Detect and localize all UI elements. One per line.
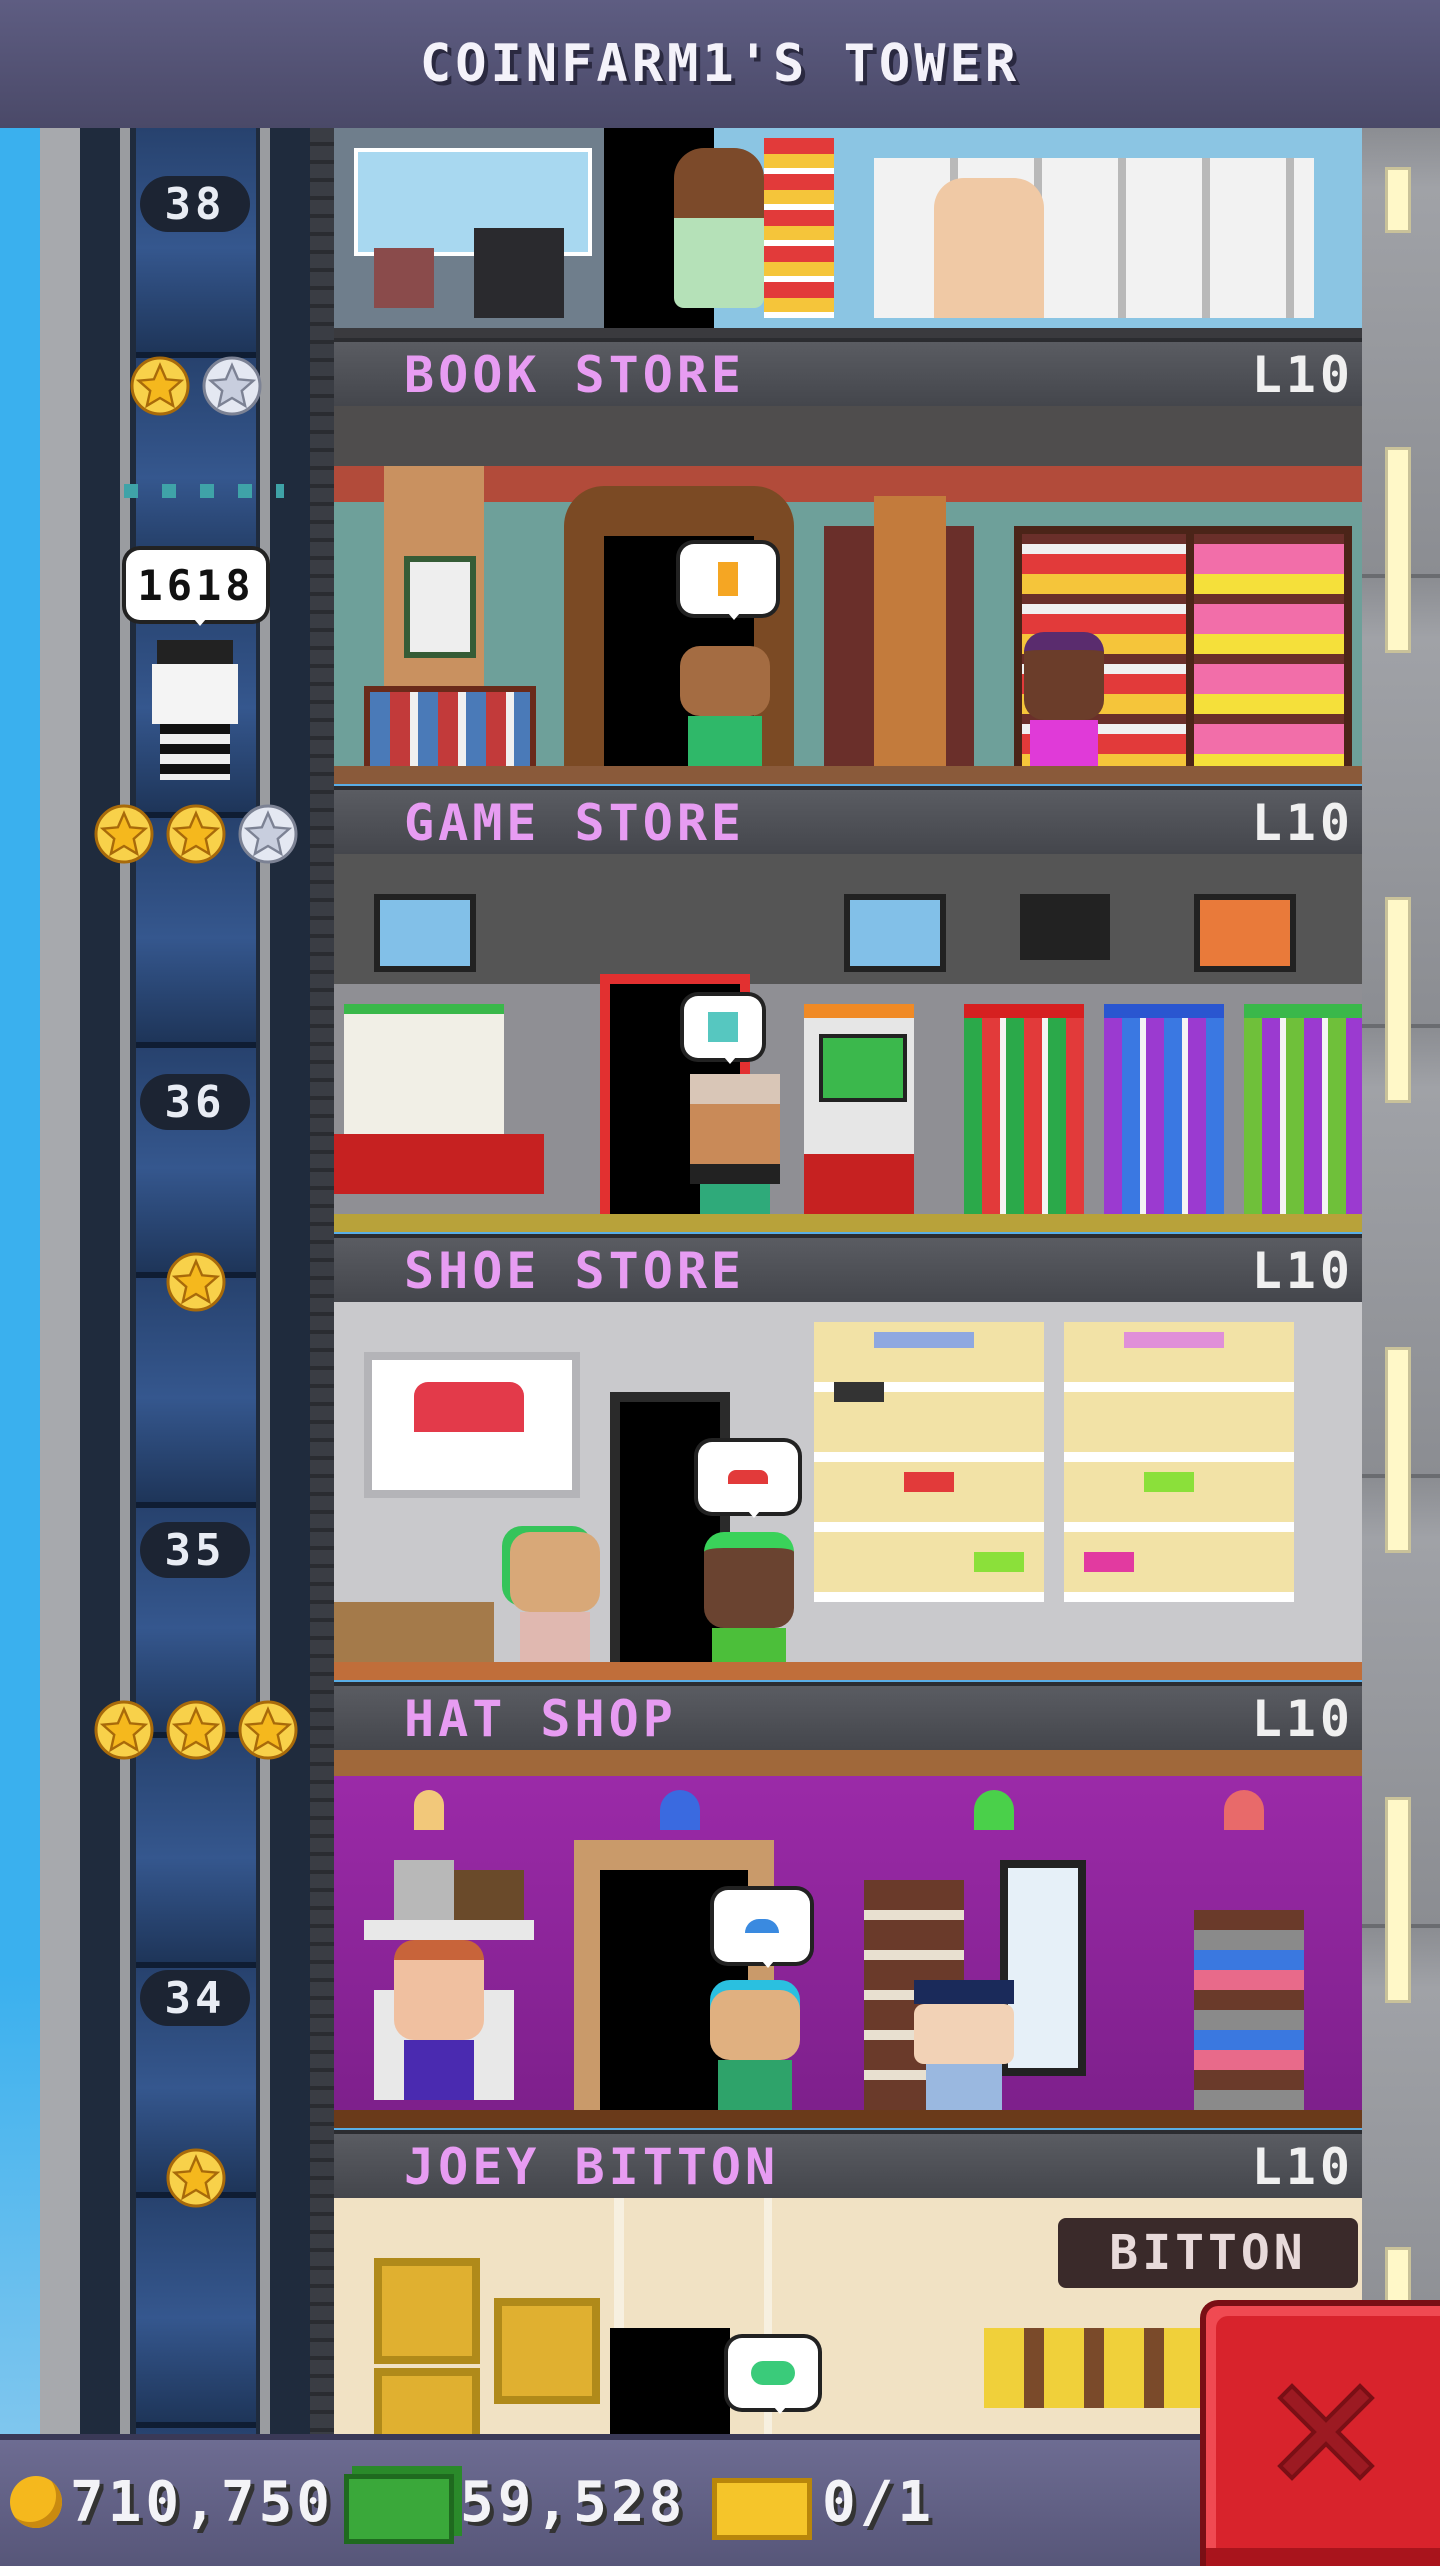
hat-shop-request-bubble[interactable] [714, 1890, 810, 1968]
floor-name: BOOK STORE [404, 346, 746, 404]
close-icon [1277, 2383, 1375, 2481]
game-store-visitor[interactable] [690, 1074, 780, 1224]
floor-title-game-store[interactable]: GAME STORE L10 [334, 786, 1362, 860]
floor-level: L10 [1251, 794, 1354, 852]
ticket-count: 0/1 [822, 2470, 936, 2535]
floor-title-joey-bitton[interactable]: JOEY BITTON L10 [334, 2130, 1362, 2204]
elevator-passenger[interactable] [150, 640, 240, 780]
close-button[interactable] [1200, 2300, 1440, 2566]
floor-number-38: 38 [140, 176, 250, 232]
floor-name: SHOE STORE [404, 1242, 746, 1300]
star-filled-icon [238, 1700, 298, 1760]
tower-left-frame [40, 128, 84, 2434]
elevator-shaft-edge [310, 128, 334, 2434]
coin-balance: 710,750 [70, 2470, 335, 2535]
floor-number-36: 36 [140, 1074, 250, 1130]
shoe-store-room[interactable] [334, 1302, 1362, 1680]
shoe-store-worker[interactable] [704, 1532, 794, 1680]
star-empty-icon [238, 804, 298, 864]
elevator-dots [124, 484, 284, 498]
hat-shop-police-visitor[interactable] [914, 1980, 1014, 2120]
tower-window [1388, 900, 1408, 1100]
star-filled-icon [166, 804, 226, 864]
elevator-passenger-count: 1618 [126, 550, 266, 626]
star-filled-icon [166, 1700, 226, 1760]
book-store-visitor[interactable] [680, 646, 770, 776]
sky-background [0, 128, 40, 2434]
book-store-worker[interactable] [1024, 632, 1104, 782]
hat-shop-worker[interactable] [394, 1940, 484, 2100]
star-filled-icon [94, 804, 154, 864]
floor-level: L10 [1251, 346, 1354, 404]
tower-title: COINFARM1'S TOWER [419, 34, 1021, 94]
book-store-request-bubble[interactable] [680, 544, 776, 620]
tower-window [1388, 1350, 1408, 1550]
floor-name: JOEY BITTON [404, 2138, 780, 2196]
top-floor-partial[interactable] [334, 128, 1362, 338]
floor-number-34: 34 [140, 1970, 250, 2026]
hat-shop-room[interactable] [334, 1750, 1362, 2128]
floor-level: L10 [1251, 2138, 1354, 2196]
star-filled-icon [166, 2148, 226, 2208]
joey-bitton-door [610, 2328, 730, 2434]
elevator-rail-right [260, 128, 270, 2434]
tower-title-bar: COINFARM1'S TOWER [0, 0, 1440, 134]
elevator-rail-left [120, 128, 130, 2434]
game-store-request-bubble[interactable] [684, 996, 762, 1064]
floor-title-shoe-store[interactable]: SHOE STORE L10 [334, 1234, 1362, 1308]
floor-number-35: 35 [140, 1522, 250, 1578]
floor-title-hat-shop[interactable]: HAT SHOP L10 [334, 1682, 1362, 1756]
game-store-room[interactable] [334, 854, 1362, 1232]
floor-level: L10 [1251, 1242, 1354, 1300]
tower-bux-balance: 59,528 [460, 2470, 687, 2535]
book-store-room[interactable] [334, 406, 1362, 784]
star-filled-icon [166, 1252, 226, 1312]
joey-bitton-request-bubble[interactable] [728, 2338, 818, 2414]
vip-ticket-icon [712, 2478, 812, 2540]
tower-window [1388, 1800, 1408, 2000]
tower-bux-icon [344, 2474, 454, 2544]
star-filled-icon [94, 1700, 154, 1760]
floor-name: GAME STORE [404, 794, 746, 852]
bitton-sign: BITTON [1058, 2218, 1358, 2288]
shoe-store-request-bubble[interactable] [698, 1442, 798, 1518]
tower-window [1388, 170, 1408, 230]
hat-shop-visitor[interactable] [710, 1990, 800, 2120]
floor-name: HAT SHOP [404, 1690, 677, 1748]
floor-title-book-store[interactable]: BOOK STORE L10 [334, 338, 1362, 412]
star-filled-icon [130, 356, 190, 416]
coin-icon [10, 2476, 62, 2528]
star-empty-icon [202, 356, 262, 416]
shoe-store-visitor-green-hair[interactable] [510, 1532, 600, 1672]
tower-window [1388, 450, 1408, 650]
floor-level: L10 [1251, 1690, 1354, 1748]
